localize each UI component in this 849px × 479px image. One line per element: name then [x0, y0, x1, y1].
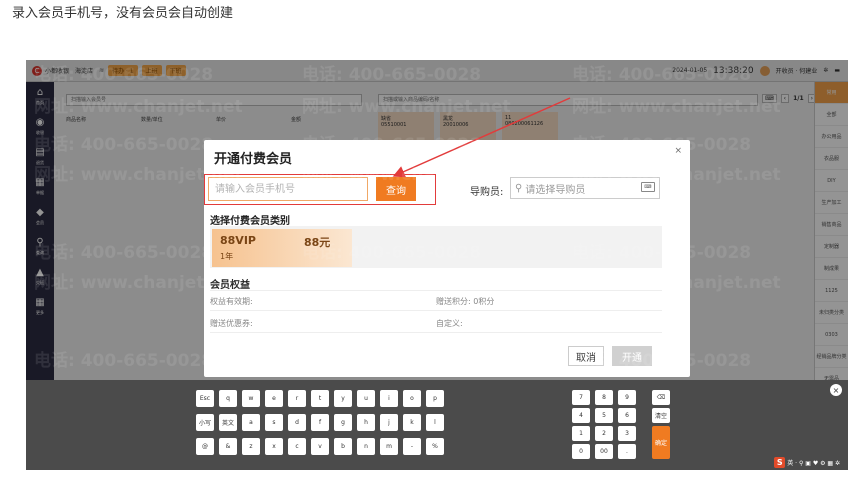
key[interactable]: i [380, 390, 398, 407]
key[interactable]: s [265, 414, 283, 431]
key[interactable]: l [426, 414, 444, 431]
member-phone-input[interactable] [208, 177, 368, 201]
cancel-button[interactable]: 取消 [568, 346, 604, 366]
system-tray: S 英 · ⚲ ▣ ♥ ⚙ ▦ ✲ [774, 457, 840, 468]
num-key[interactable]: 7 [572, 390, 590, 405]
gift-coupon-label: 赠送优惠券: [210, 319, 253, 328]
custom-label: 自定义: [436, 319, 463, 328]
num-key[interactable]: 0 [572, 444, 590, 459]
guide-placeholder: 请选择导购员 [525, 184, 586, 196]
keyboard-icon[interactable]: ⌨ [641, 182, 655, 192]
dialog-title: 开通付费会员 [214, 152, 293, 167]
gift-points-label: 赠送积分: 0积分 [436, 297, 495, 306]
num-key[interactable]: 1 [572, 426, 590, 441]
key[interactable]: e [265, 390, 283, 407]
key[interactable]: v [311, 438, 329, 455]
validity-label: 权益有效期: [210, 297, 253, 306]
vip-card-88vip[interactable]: 88VIP 1年 88元 [212, 229, 352, 267]
num-key[interactable]: 6 [618, 408, 636, 423]
divider [210, 290, 662, 291]
num-key[interactable]: 8 [595, 390, 613, 405]
vip-period: 1年 [220, 252, 234, 261]
key[interactable]: u [357, 390, 375, 407]
key[interactable]: & [219, 438, 237, 455]
clear-key[interactable]: 清空 [652, 408, 670, 423]
open-paid-member-dialog: 开通付费会员 × 查询 导购员: ⚲ 请选择导购员 ⌨ 选择付费会员类别 88V… [204, 140, 690, 377]
key[interactable]: n [357, 438, 375, 455]
key[interactable]: @ [196, 438, 214, 455]
divider [210, 310, 662, 311]
app-window: C 小都收银 海淀店 ≋ 待办 · 1 上班 下班 2024-01-05 13:… [26, 60, 848, 470]
select-type-title: 选择付费会员类别 [210, 216, 290, 227]
key[interactable]: r [288, 390, 306, 407]
key[interactable]: % [426, 438, 444, 455]
close-icon[interactable]: × [674, 146, 682, 156]
num-key[interactable]: . [618, 444, 636, 459]
num-key[interactable]: 5 [595, 408, 613, 423]
key[interactable]: g [334, 414, 352, 431]
key[interactable]: d [288, 414, 306, 431]
tray-icons: 英 · ⚲ ▣ ♥ ⚙ ▦ ✲ [787, 460, 840, 467]
key[interactable]: - [403, 438, 421, 455]
guide-select[interactable]: ⚲ 请选择导购员 ⌨ [510, 177, 660, 199]
key[interactable]: k [403, 414, 421, 431]
num-key[interactable]: 2 [595, 426, 613, 441]
key[interactable]: 英文 [219, 414, 237, 431]
caption: 录入会员手机号，没有会员会自动创建 [12, 6, 234, 21]
backspace-key[interactable]: ⌫ [652, 390, 670, 405]
key[interactable]: z [242, 438, 260, 455]
num-key[interactable]: 00 [595, 444, 613, 459]
key[interactable]: a [242, 414, 260, 431]
key[interactable]: h [357, 414, 375, 431]
key[interactable]: p [426, 390, 444, 407]
num-key[interactable]: 4 [572, 408, 590, 423]
key[interactable]: c [288, 438, 306, 455]
search-icon: ⚲ [515, 182, 523, 194]
key[interactable]: x [265, 438, 283, 455]
ime-icon[interactable]: S [774, 457, 786, 468]
num-key[interactable]: 9 [618, 390, 636, 405]
key[interactable]: q [219, 390, 237, 407]
open-button[interactable]: 开通 [612, 346, 652, 366]
benefits-title: 会员权益 [210, 280, 250, 291]
num-key[interactable]: 3 [618, 426, 636, 441]
key[interactable]: o [403, 390, 421, 407]
key[interactable]: w [242, 390, 260, 407]
key[interactable]: j [380, 414, 398, 431]
divider [210, 332, 662, 333]
virtual-keyboard: × S 英 · ⚲ ▣ ♥ ⚙ ▦ ✲ Esc q w e r t y u i o p 小写 英文 a s d… [26, 380, 848, 470]
key[interactable]: y [334, 390, 352, 407]
key[interactable]: Esc [196, 390, 214, 407]
key[interactable]: b [334, 438, 352, 455]
confirm-key[interactable]: 确定 [652, 426, 670, 459]
key[interactable]: f [311, 414, 329, 431]
guide-label: 导购员: [470, 187, 504, 198]
query-button[interactable]: 查询 [376, 177, 416, 201]
vip-price: 88元 [304, 236, 331, 249]
close-keyboard-icon[interactable]: × [830, 384, 842, 396]
key[interactable]: m [380, 438, 398, 455]
vip-name: 88VIP [220, 234, 256, 247]
key[interactable]: t [311, 390, 329, 407]
key[interactable]: 小写 [196, 414, 214, 431]
